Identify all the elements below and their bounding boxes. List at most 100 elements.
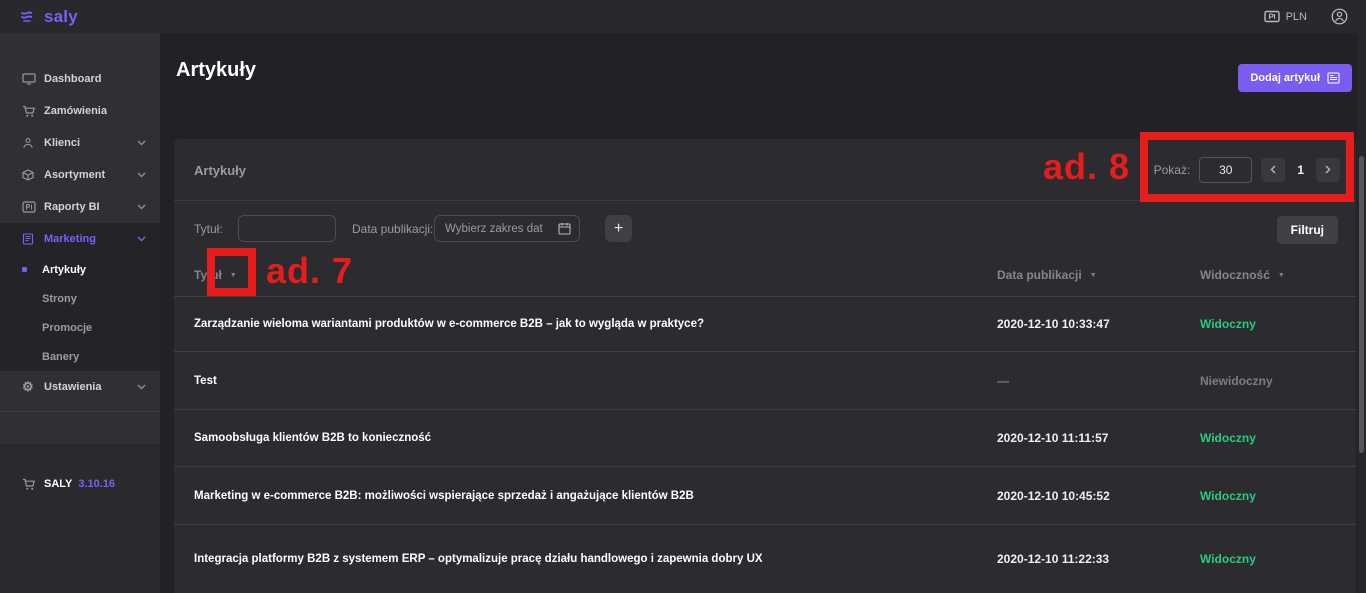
sort-icon: ▼	[230, 272, 237, 279]
sidebar-item-marketing[interactable]: Marketing	[0, 223, 160, 255]
add-filter-button[interactable]: +	[605, 215, 632, 242]
marketing-doc-icon	[22, 233, 42, 245]
logo-text: saly	[44, 7, 78, 27]
sidebar-item-klienci[interactable]: Klienci	[0, 127, 160, 159]
column-header-date[interactable]: Data publikacji ▼	[997, 268, 1097, 282]
title-filter-label: Tytuł:	[194, 222, 223, 236]
sidebar-item-raporty-bi[interactable]: Raporty BI	[0, 191, 160, 223]
articles-panel: Artykuły Pokaż: 1 Tytuł: Data publikacji…	[174, 139, 1356, 593]
pagination: Pokaż: 1	[1154, 156, 1340, 183]
sidebar-item-label: Raporty BI	[42, 201, 137, 213]
panel-header: Artykuły Pokaż: 1	[174, 139, 1356, 200]
column-header-visibility[interactable]: Widoczność ▼	[1200, 268, 1285, 282]
sidebar-item-ustawienia[interactable]: ⚙ Ustawienia	[0, 371, 160, 403]
publish-date: 2020-12-10 11:11:57	[997, 431, 1108, 445]
sidebar-subitem-label: Banery	[42, 351, 79, 363]
show-label: Pokaż:	[1154, 163, 1191, 177]
sidebar-subitem-banery[interactable]: Banery	[0, 342, 160, 371]
monitor-icon	[22, 73, 42, 85]
sidebar-footer: SALY 3.10.16	[0, 444, 160, 593]
sort-icon: ▼	[1090, 272, 1097, 279]
article-doc-icon	[1327, 72, 1340, 84]
user-avatar-icon[interactable]	[1331, 8, 1348, 25]
article-title: Integracja platformy B2B z systemem ERP …	[194, 553, 954, 565]
column-label: Data publikacji	[997, 268, 1082, 282]
current-page-number: 1	[1294, 163, 1307, 177]
gear-icon: ⚙	[22, 379, 42, 395]
sidebar-item-label: Zamówienia	[42, 105, 146, 117]
table-row[interactable]: Samoobsługa klientów B2B to konieczność …	[174, 409, 1356, 466]
app-name: SALY	[44, 478, 72, 490]
sidebar-item-label: Asortyment	[42, 169, 137, 181]
bi-report-icon	[22, 201, 42, 213]
add-article-label: Dodaj artykuł	[1250, 72, 1320, 84]
chevron-down-icon	[137, 236, 146, 242]
table-row[interactable]: Test — Niewidoczny	[174, 351, 1356, 409]
publish-date: 2020-12-10 10:33:47	[997, 317, 1110, 331]
page-size-input[interactable]	[1199, 157, 1252, 183]
sidebar-item-zamowienia[interactable]: Zamówienia	[0, 95, 160, 127]
cart-icon	[22, 105, 42, 118]
visibility-status: Widoczny	[1200, 489, 1256, 503]
article-title: Test	[194, 375, 954, 387]
sidebar-item-label: Ustawienia	[42, 381, 137, 393]
currency-label: PLN	[1286, 11, 1307, 23]
sidebar-subitem-promocje[interactable]: Promocje	[0, 313, 160, 342]
table-header: Tytuł ▼ Data publikacji ▼ Widoczność ▼	[174, 255, 1356, 296]
sidebar-subitem-strony[interactable]: Strony	[0, 284, 160, 313]
sidebar-divider	[0, 411, 160, 412]
main-content: Artykuły Dodaj artykuł Artykuły Pokaż: 1	[160, 33, 1366, 593]
panel-title: Artykuły	[194, 163, 246, 178]
article-title: Marketing w e-commerce B2B: możliwości w…	[194, 490, 954, 502]
visibility-status: Widoczny	[1200, 552, 1256, 566]
active-bullet-icon	[22, 267, 27, 272]
app-root: saly PLN	[0, 0, 1366, 593]
sidebar-item-label: Marketing	[42, 233, 137, 245]
sidebar-item-label: Klienci	[42, 137, 137, 149]
visibility-status: Niewidoczny	[1200, 374, 1273, 388]
article-title: Samoobsługa klientów B2B to konieczność	[194, 432, 954, 444]
next-page-button[interactable]	[1316, 158, 1340, 182]
sidebar-subitem-artykuly[interactable]: Artykuły	[0, 255, 160, 284]
chevron-down-icon	[137, 172, 146, 178]
add-article-button[interactable]: Dodaj artykuł	[1238, 64, 1352, 92]
sort-icon: ▼	[1278, 272, 1285, 279]
title-filter-input[interactable]	[238, 215, 336, 242]
date-range-input-wrap[interactable]	[434, 215, 580, 242]
table-row[interactable]: Marketing w e-commerce B2B: możliwości w…	[174, 466, 1356, 524]
chevron-down-icon	[137, 140, 146, 146]
sidebar-item-dashboard[interactable]: Dashboard	[0, 63, 160, 95]
date-filter-label: Data publikacji:	[352, 222, 433, 236]
column-label: Tytuł	[194, 268, 222, 282]
table-row[interactable]: Integracja platformy B2B z systemem ERP …	[174, 524, 1356, 593]
sidebar: Dashboard Zamówienia Klienci	[0, 33, 160, 593]
sidebar-item-label: Dashboard	[42, 73, 146, 85]
scrollbar-thumb[interactable]	[1359, 156, 1364, 453]
currency-selector[interactable]: PLN	[1264, 10, 1307, 23]
sidebar-item-asortyment[interactable]: Asortyment	[0, 159, 160, 191]
chevron-down-icon	[137, 384, 146, 390]
publish-date: 2020-12-10 11:22:33	[997, 552, 1109, 566]
currency-icon	[1264, 10, 1280, 23]
table-row[interactable]: Zarządzanie wieloma wariantami produktów…	[174, 296, 1356, 351]
topbar: saly PLN	[0, 0, 1366, 33]
chevron-down-icon	[137, 204, 146, 210]
logo-cart-icon	[20, 9, 40, 25]
column-header-title[interactable]: Tytuł ▼	[194, 268, 237, 282]
prev-page-button[interactable]	[1261, 158, 1285, 182]
publish-date: 2020-12-10 10:45:52	[997, 489, 1110, 503]
column-label: Widoczność	[1200, 268, 1270, 282]
filter-apply-button[interactable]: Filtruj	[1277, 216, 1338, 244]
date-range-input[interactable]	[445, 223, 558, 235]
sidebar-subitem-label: Strony	[42, 293, 77, 305]
cart-icon	[22, 478, 42, 491]
calendar-icon[interactable]	[558, 222, 571, 235]
logo[interactable]: saly	[20, 7, 78, 27]
scrollbar-track	[1357, 33, 1366, 593]
article-title: Zarządzanie wieloma wariantami produktów…	[194, 318, 954, 330]
person-icon	[22, 137, 42, 149]
filter-bar: Tytuł: Data publikacji: + Filtruj	[174, 200, 1356, 255]
sidebar-subitem-label: Artykuły	[42, 264, 86, 276]
publish-date: —	[997, 374, 1009, 388]
visibility-status: Widoczny	[1200, 431, 1256, 445]
